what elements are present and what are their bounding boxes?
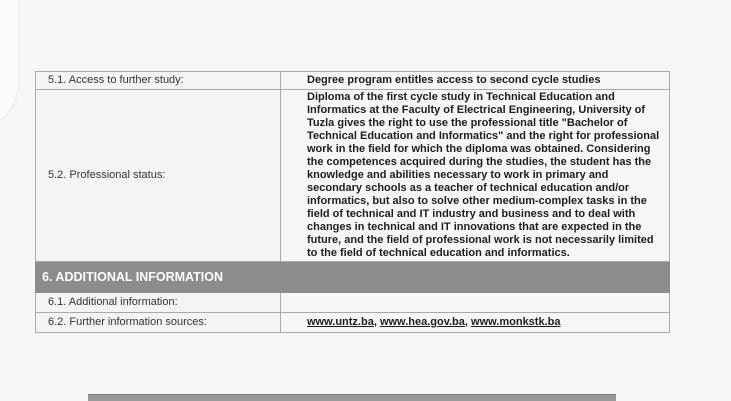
further-sources-value: www.untz.ba, www.hea.gov.ba, www.monkstk…	[280, 312, 670, 333]
diploma-supplement-table: 5.1. Access to further study: Degree pro…	[35, 71, 670, 333]
professional-status-label: 5.2. Professional status:	[35, 89, 281, 262]
table-row: 5.1. Access to further study: Degree pro…	[35, 71, 670, 90]
additional-information-label: 6.1. Additional information:	[35, 292, 281, 313]
access-further-study-label: 5.1. Access to further study:	[35, 71, 281, 90]
link-hea[interactable]: www.hea.gov.ba	[380, 316, 465, 328]
section-title: 6. ADDITIONAL INFORMATION	[35, 261, 670, 293]
link-monkstk[interactable]: www.monkstk.ba	[471, 316, 560, 328]
link-untz[interactable]: www.untz.ba	[307, 316, 374, 328]
access-further-study-value: Degree program entitles access to second…	[280, 71, 670, 90]
table-row: 6.2. Further information sources: www.un…	[35, 312, 670, 333]
further-sources-label: 6.2. Further information sources:	[35, 312, 281, 333]
table-row: 6.1. Additional information:	[35, 292, 670, 313]
additional-information-value	[280, 292, 670, 313]
table-row: 5.2. Professional status: Diploma of the…	[35, 89, 670, 262]
page-edge-shadow	[0, 0, 18, 130]
professional-status-value: Diploma of the first cycle study in Tech…	[280, 89, 670, 262]
section-header-row: 6. ADDITIONAL INFORMATION	[35, 261, 670, 293]
